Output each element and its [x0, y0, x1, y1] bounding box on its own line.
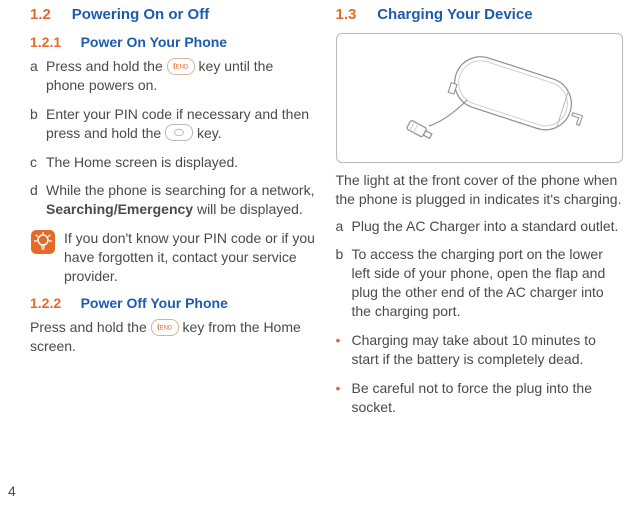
lightbulb-icon: [30, 229, 56, 255]
step-marker: a: [336, 217, 352, 236]
text-fragment: Press and hold the: [46, 58, 167, 74]
list-item: a Plug the AC Charger into a standard ou…: [336, 217, 624, 236]
subheading-number: 1.2.1: [30, 34, 61, 50]
text-fragment: Press and hold the: [30, 319, 151, 335]
step-marker: c: [30, 153, 46, 172]
heading-1-2: 1.2 Powering On or Off: [30, 6, 316, 25]
heading-title: Powering On or Off: [72, 6, 210, 23]
svg-text:END: END: [175, 65, 188, 71]
step-marker: a: [30, 57, 46, 76]
step-text: Enter your PIN code if necessary and the…: [46, 105, 316, 143]
list-item: • Charging may take about 10 minutes to …: [336, 331, 624, 369]
power-on-steps: a Press and hold the END key until the p…: [30, 57, 316, 219]
page: 1.2 Powering On or Off 1.2.1 Power On Yo…: [0, 0, 641, 515]
subheading-number: 1.2.2: [30, 295, 61, 311]
subheading-title: Power On Your Phone: [81, 34, 228, 50]
end-key-icon: END: [151, 319, 179, 336]
step-text: To access the charging port on the lower…: [352, 245, 624, 321]
svg-text:END: END: [159, 326, 172, 332]
bullet-icon: •: [336, 379, 352, 398]
heading-number: 1.3: [336, 6, 357, 23]
tip-block: If you don't know your PIN code or if yo…: [30, 229, 316, 286]
note-text: Be careful not to force the plug into th…: [352, 379, 624, 417]
text-fragment: will be displayed.: [197, 201, 303, 217]
heading-1-2-2: 1.2.2 Power Off Your Phone: [30, 294, 316, 312]
list-item: b Enter your PIN code if necessary and t…: [30, 105, 316, 143]
text-fragment: key.: [197, 125, 222, 141]
step-text: The Home screen is displayed.: [46, 153, 316, 172]
heading-1-2-1: 1.2.1 Power On Your Phone: [30, 33, 316, 51]
list-item: c The Home screen is displayed.: [30, 153, 316, 172]
heading-number: 1.2: [30, 6, 51, 23]
ok-key-icon: [165, 124, 193, 141]
heading-1-3: 1.3 Charging Your Device: [336, 6, 624, 25]
power-off-body: Press and hold the END key from the Home…: [30, 318, 316, 356]
left-column: 1.2 Powering On or Off 1.2.1 Power On Yo…: [30, 6, 330, 515]
heading-title: Charging Your Device: [377, 6, 532, 23]
step-text: Press and hold the END key until the pho…: [46, 57, 316, 95]
text-fragment: While the phone is searching for a netwo…: [46, 182, 314, 198]
list-item: a Press and hold the END key until the p…: [30, 57, 316, 95]
tip-text: If you don't know your PIN code or if yo…: [64, 229, 316, 286]
end-key-icon: END: [167, 58, 195, 75]
charging-intro: The light at the front cover of the phon…: [336, 171, 624, 209]
charging-illustration: [336, 33, 624, 163]
step-text: Plug the AC Charger into a standard outl…: [352, 217, 624, 236]
step-marker: d: [30, 181, 46, 200]
page-number: 4: [8, 483, 16, 499]
charging-steps: a Plug the AC Charger into a standard ou…: [336, 217, 624, 321]
bullet-icon: •: [336, 331, 352, 350]
right-column: 1.3 Charging Your Device: [330, 6, 630, 515]
list-item: • Be careful not to force the plug into …: [336, 379, 624, 417]
list-item: b To access the charging port on the low…: [336, 245, 624, 321]
step-text: While the phone is searching for a netwo…: [46, 181, 316, 219]
charging-notes: • Charging may take about 10 minutes to …: [336, 331, 624, 417]
step-marker: b: [30, 105, 46, 124]
subheading-title: Power Off Your Phone: [81, 295, 228, 311]
step-marker: b: [336, 245, 352, 264]
list-item: d While the phone is searching for a net…: [30, 181, 316, 219]
note-text: Charging may take about 10 minutes to st…: [352, 331, 624, 369]
text-bold: Searching/Emergency: [46, 201, 193, 217]
